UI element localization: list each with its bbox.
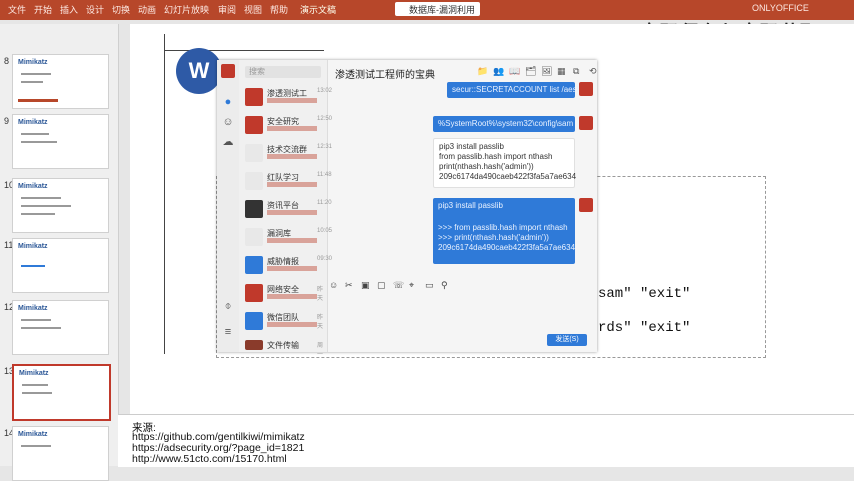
conversation-title: 渗透测试工程师的宝典 xyxy=(335,70,435,81)
wechat-window[interactable]: ● ☺ ☁ ⌽ ≡ 搜索 渗透测试工 13:02 安全研究 12:50 技术交流群 1… xyxy=(217,60,597,358)
contacts-icon[interactable]: ☺ xyxy=(222,116,234,128)
video-icon[interactable]: ▭ xyxy=(425,280,434,291)
ribbon-tab-insert[interactable]: 插入 xyxy=(60,3,78,16)
send-button[interactable]: 发送(S) xyxy=(547,334,587,346)
message-bubble[interactable]: pip3 install passlib >>> from passlib.ha… xyxy=(433,198,575,264)
slide-thumbnail-selected[interactable]: Mimikatz xyxy=(12,364,111,421)
ribbon-tab-home[interactable]: 开始 xyxy=(34,3,52,16)
slide-thumbnails-pane: 8 Mimikatz 9 Mimikatz 10 Mimikatz 11 Mim… xyxy=(0,24,119,481)
code-snippet-2: rds" "exit" xyxy=(598,320,691,336)
emoji-icon[interactable]: ☺ xyxy=(329,280,338,290)
list-item[interactable]: 微信团队 昨天 xyxy=(239,308,327,336)
slide-thumbnail[interactable]: Mimikatz xyxy=(12,54,109,109)
thumb-title: Mimikatz xyxy=(18,431,48,438)
files-icon[interactable]: 🗂 xyxy=(525,66,536,77)
location-icon[interactable]: ⌖ xyxy=(409,280,414,291)
thumb-title: Mimikatz xyxy=(18,59,48,66)
scissors-icon[interactable]: ✂ xyxy=(345,280,353,291)
list-item[interactable]: 威胁情报 09:30 xyxy=(239,252,332,280)
title-bar: 文件 开始 插入 设计 切换 动画 幻灯片放映 审阅 视图 帮助 演示文稿 数据… xyxy=(0,0,854,20)
message-bubble[interactable]: secur::SECRETACCOUNT list /aesl xyxy=(447,82,578,98)
list-item[interactable]: 漏洞库 10:05 xyxy=(239,224,332,252)
favorites-icon[interactable]: ☁ xyxy=(222,136,234,148)
thumb-title: Mimikatz xyxy=(18,183,48,190)
avatar[interactable] xyxy=(221,64,235,78)
image-icon[interactable]: 🖼 xyxy=(541,66,552,77)
slide-thumbnail[interactable]: Mimikatz xyxy=(12,238,109,293)
search-input[interactable]: 搜索 xyxy=(245,66,321,78)
avatar[interactable] xyxy=(579,82,593,96)
list-item[interactable]: 文件传输 周一 xyxy=(239,336,327,364)
book-icon[interactable]: 📖 xyxy=(509,66,520,77)
chat-sidebar: ● ☺ ☁ ⌽ ≡ xyxy=(217,60,239,352)
list-item[interactable]: 技术交流群 12:31 xyxy=(239,140,332,168)
document-title: 演示文稿 xyxy=(300,5,337,15)
code-snippet-1: sam" "exit" xyxy=(598,286,691,302)
list-item[interactable]: 渗透测试工 13:02 xyxy=(239,84,332,112)
list-item[interactable]: 资讯平台 11:20 xyxy=(239,196,332,224)
ribbon-tab-file[interactable]: 文件 xyxy=(8,3,26,16)
folder-icon[interactable]: ▢ xyxy=(377,280,386,291)
slide-thumbnail[interactable]: Mimikatz xyxy=(12,426,109,481)
ribbon-tab-view[interactable]: 视图 xyxy=(244,3,262,16)
window-tab[interactable]: 数据库-漏洞利用 xyxy=(395,2,480,16)
logo-icon: W xyxy=(176,48,222,94)
ribbon-tab-help[interactable]: 帮助 xyxy=(270,3,288,16)
screenshot-icon[interactable]: ▣ xyxy=(361,280,370,291)
slide-thumbnail[interactable]: Mimikatz xyxy=(12,300,109,355)
thumb-title: Mimikatz xyxy=(18,243,48,250)
input-toolbar: ☺ ✂ ▣ ▢ ☏ ⌖ ▭ ⚲ xyxy=(329,280,589,292)
ribbon-tab-design[interactable]: 设计 xyxy=(86,3,104,16)
ribbon-tab-animations[interactable]: 动画 xyxy=(138,3,156,16)
conversation-pane: 渗透测试工程师的宝典 📁 👥 📖 🗂 🖼 ▦ ⧉ ⟲ secur::SECRET… xyxy=(327,60,597,352)
folder-icon[interactable]: 📁 xyxy=(477,66,488,77)
list-item[interactable]: 网络安全 昨天 xyxy=(239,280,327,308)
window-tab-label: 数据库-漏洞利用 xyxy=(409,5,475,15)
refresh-icon[interactable]: ⟲ xyxy=(589,66,597,77)
thumb-title: Mimikatz xyxy=(18,119,48,126)
thumb-number: 8 xyxy=(4,56,10,66)
notes-pane[interactable]: 来源: https://github.com/gentilkiwi/mimika… xyxy=(118,414,854,467)
search-icon[interactable]: ⚲ xyxy=(441,280,448,291)
phone-icon[interactable]: ☏ xyxy=(393,280,404,291)
ribbon-tab-transitions[interactable]: 切换 xyxy=(112,3,130,16)
grid-icon[interactable]: ▦ xyxy=(557,66,566,77)
group-icon[interactable]: 👥 xyxy=(493,66,504,77)
menu-icon[interactable]: ≡ xyxy=(222,326,234,338)
chat-icon[interactable]: ● xyxy=(222,96,234,108)
notes-link[interactable]: http://www.51cto.com/15170.html xyxy=(132,453,287,465)
user-name[interactable]: ONLYOFFICE xyxy=(752,3,809,13)
ribbon-tab-slideshow[interactable]: 幻灯片放映 xyxy=(164,3,209,16)
contact-list: 搜索 渗透测试工 13:02 安全研究 12:50 技术交流群 12:31 红队学习 1… xyxy=(239,60,332,358)
thumb-number: 9 xyxy=(4,116,10,126)
slide-thumbnail[interactable]: Mimikatz xyxy=(12,178,109,233)
list-item[interactable]: 红队学习 11:48 xyxy=(239,168,332,196)
ribbon-tab-review[interactable]: 审阅 xyxy=(218,3,236,16)
message-bubble[interactable]: %SystemRoot%\system32\config\sam xyxy=(433,116,575,132)
thumb-title: Mimikatz xyxy=(19,370,49,377)
list-item[interactable]: 安全研究 12:50 xyxy=(239,112,332,140)
phone-icon[interactable]: ⌽ xyxy=(222,300,234,312)
message-bubble[interactable]: pip3 install passlib from passlib.hash i… xyxy=(433,138,576,188)
window-icon[interactable]: ⧉ xyxy=(573,66,579,77)
thumb-title: Mimikatz xyxy=(18,305,48,312)
avatar[interactable] xyxy=(579,116,593,130)
slide-thumbnail[interactable]: Mimikatz xyxy=(12,114,109,169)
avatar[interactable] xyxy=(579,198,593,212)
